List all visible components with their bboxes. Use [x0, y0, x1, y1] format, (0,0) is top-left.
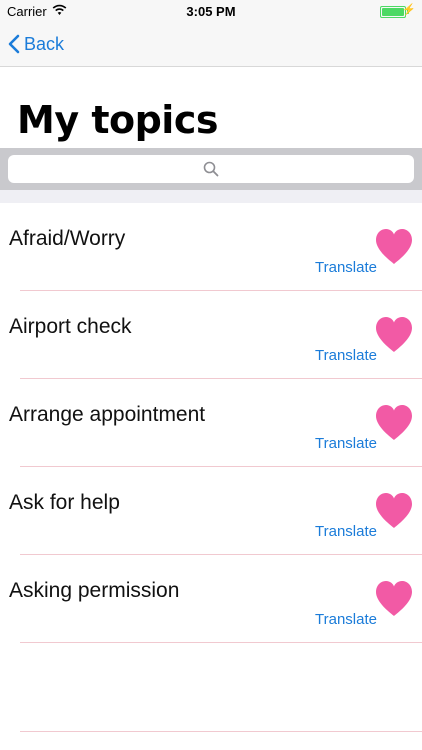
list-item[interactable]: Arrange appointment Translate	[0, 379, 422, 467]
search-bar	[0, 148, 422, 190]
topic-title: Asking permission	[9, 579, 180, 602]
translate-link[interactable]: Translate	[315, 435, 377, 452]
navigation-bar: Back	[0, 22, 422, 67]
back-label: Back	[24, 33, 65, 54]
row-separator	[20, 642, 422, 643]
list-item[interactable]: Afraid/Worry Translate	[0, 203, 422, 291]
topic-title: Afraid/Worry	[9, 227, 126, 250]
charging-icon: ⚡	[402, 4, 416, 16]
topic-title: Arrange appointment	[9, 403, 206, 426]
chevron-left-icon	[8, 34, 20, 54]
row-separator	[20, 731, 422, 732]
translate-link[interactable]: Translate	[315, 611, 377, 628]
page-title: My topics	[17, 98, 218, 142]
list-item[interactable]: Ask for help Translate	[0, 467, 422, 555]
heart-icon[interactable]	[374, 227, 414, 267]
status-bar: Carrier 3:05 PM ⚡	[0, 0, 422, 22]
heart-icon[interactable]	[374, 579, 414, 619]
status-time: 3:05 PM	[186, 4, 236, 19]
heart-icon[interactable]	[374, 315, 414, 355]
topic-title: Ask for help	[9, 491, 120, 514]
topic-list: Afraid/Worry Translate Airport check Tra…	[0, 203, 422, 643]
list-item[interactable]: Asking permission Translate	[0, 555, 422, 643]
list-item[interactable]: Airport check Translate	[0, 291, 422, 379]
translate-link[interactable]: Translate	[315, 347, 377, 364]
section-gap	[0, 190, 422, 203]
heart-icon[interactable]	[374, 491, 414, 531]
translate-link[interactable]: Translate	[315, 523, 377, 540]
heart-icon[interactable]	[374, 403, 414, 443]
topic-title: Airport check	[9, 315, 132, 338]
search-icon	[203, 161, 219, 177]
back-button[interactable]: Back	[8, 22, 64, 66]
translate-link[interactable]: Translate	[315, 259, 377, 276]
search-input[interactable]	[8, 155, 414, 183]
